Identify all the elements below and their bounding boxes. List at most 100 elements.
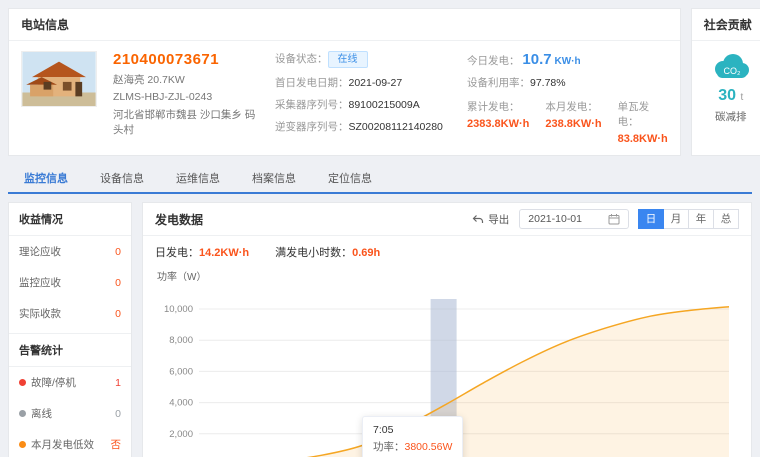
- chart-header: 发电数据 导出 2021-10-01: [143, 203, 751, 236]
- generation-stat-columns: 累计发电： 2383.8KW·h 本月发电： 238.8KW·h 单瓦发电： 8…: [467, 99, 668, 145]
- revenue-row-theoretical: 理论应收 0: [9, 236, 131, 267]
- chart-panel-title: 发电数据: [155, 211, 203, 228]
- station-fields: 设备状态：在线 首日发电日期：2021-09-27 采集器序列号：8910021…: [275, 51, 451, 145]
- tab-archive[interactable]: 档案信息: [236, 164, 312, 192]
- tab-device[interactable]: 设备信息: [84, 164, 160, 192]
- revenue-value: 0: [115, 277, 121, 289]
- alarm-section-title: 告警统计: [9, 333, 131, 367]
- social-panel-title: 社会贡献: [692, 9, 760, 41]
- day-generation-value: 14.2KW·h: [199, 247, 249, 259]
- generation-stats-line: 日发电：14.2KW·h 满发电小时数：0.69h: [155, 244, 739, 260]
- full-hours-value: 0.69h: [352, 247, 380, 259]
- inverter-serial-value: SZ00208112140280: [349, 121, 443, 133]
- tab-operations[interactable]: 运维信息: [160, 164, 236, 192]
- per-watt-generation-value: 83.8KW·h: [618, 133, 668, 145]
- month-generation-value: 238.8KW·h: [545, 118, 601, 130]
- date-picker[interactable]: 2021-10-01: [519, 209, 629, 229]
- alarm-label: 本月发电低效: [19, 437, 94, 452]
- first-gen-date-value: 2021-09-27: [349, 77, 403, 89]
- range-button-day[interactable]: 日: [638, 209, 664, 229]
- export-icon: [472, 213, 484, 225]
- collector-serial-row: 采集器序列号：89100215009A: [275, 97, 451, 112]
- export-button[interactable]: 导出: [472, 212, 509, 227]
- day-generation-label: 日发电：: [155, 247, 199, 259]
- alarm-label: 离线: [19, 406, 52, 421]
- revenue-section-title: 收益情况: [9, 203, 131, 236]
- utilization-row: 设备利用率：97.78%: [467, 75, 668, 90]
- fault-status-dot: [19, 379, 26, 386]
- range-button-year[interactable]: 年: [688, 209, 714, 229]
- first-gen-date-label: 首日发电日期：: [275, 77, 349, 89]
- page: 电站信息 210400073671 赵海亮 20.7KW ZLMS-: [0, 0, 760, 457]
- export-label: 导出: [488, 212, 509, 227]
- range-button-group: 日 月 年 总: [639, 209, 739, 229]
- svg-text:CO₂: CO₂: [723, 66, 741, 76]
- co2-label: 碳减排: [715, 109, 747, 124]
- alarm-row-fault: 故障/停机 1: [9, 367, 131, 398]
- alarm-value: 否: [111, 437, 122, 452]
- today-generation-row: 今日发电： 10.7 KW·h: [467, 51, 668, 68]
- range-button-total[interactable]: 总: [713, 209, 739, 229]
- co2-cloud-icon: CO₂: [711, 53, 751, 83]
- station-body: 210400073671 赵海亮 20.7KW ZLMS-HBJ-ZJL-024…: [9, 41, 680, 155]
- date-value: 2021-10-01: [528, 213, 582, 225]
- generation-data-panel: 发电数据 导出 2021-10-01: [142, 202, 752, 457]
- month-generation-label: 本月发电：: [545, 99, 601, 114]
- alarm-row-offline: 离线 0: [9, 398, 131, 429]
- station-address: 河北省邯郸市魏县 沙口集乡 码头村: [113, 107, 259, 137]
- inverter-serial-label: 逆变器序列号：: [275, 121, 349, 133]
- alarm-value: 0: [115, 408, 121, 420]
- station-stats: 今日发电： 10.7 KW·h 设备利用率：97.78% 累计发电： 2383.…: [467, 51, 668, 145]
- collector-serial-value: 89100215009A: [349, 99, 420, 111]
- online-status-badge: 在线: [328, 51, 368, 68]
- alarm-label: 故障/停机: [19, 375, 76, 390]
- first-gen-date-row: 首日发电日期：2021-09-27: [275, 75, 451, 90]
- tab-monitoring[interactable]: 监控信息: [8, 164, 84, 192]
- offline-status-dot: [19, 410, 26, 417]
- utilization-label: 设备利用率：: [467, 77, 530, 89]
- station-code: ZLMS-HBJ-ZJL-0243: [113, 91, 259, 103]
- station-id: 210400073671: [113, 51, 259, 68]
- svg-text:10,000: 10,000: [164, 304, 193, 315]
- revenue-value: 0: [115, 246, 121, 258]
- range-button-month[interactable]: 月: [663, 209, 689, 229]
- inverter-serial-row: 逆变器序列号：SZ00208112140280: [275, 119, 451, 134]
- alarm-value: 1: [115, 377, 121, 389]
- chart-tooltip: 7:05 功率：3800.56W: [362, 416, 463, 457]
- tab-location[interactable]: 定位信息: [312, 164, 388, 192]
- station-owner: 赵海亮 20.7KW: [113, 72, 259, 87]
- social-body: CO₂ 30 t 碳减排 11 t 节约煤: [692, 41, 760, 132]
- chart-area: 02,0004,0006,0008,00010,00006:3506:4006:…: [155, 285, 739, 457]
- svg-text:8,000: 8,000: [169, 335, 193, 346]
- utilization-value: 97.78%: [530, 77, 566, 89]
- total-generation-value: 2383.8KW·h: [467, 118, 529, 130]
- per-watt-generation-col: 单瓦发电： 83.8KW·h: [618, 99, 668, 145]
- co2-reduction-item: CO₂ 30 t 碳减排: [711, 53, 751, 124]
- revenue-label: 实际收款: [19, 306, 61, 321]
- revenue-row-actual: 实际收款 0: [9, 298, 131, 329]
- station-photo: [21, 51, 97, 107]
- month-generation-col: 本月发电： 238.8KW·h: [545, 99, 601, 145]
- station-panel-title: 电站信息: [9, 9, 680, 41]
- tooltip-power: 功率：3800.56W: [373, 439, 452, 456]
- chart-body: 日发电：14.2KW·h 满发电小时数：0.69h 功率（W） 02,0004,…: [143, 236, 751, 457]
- collector-serial-label: 采集器序列号：: [275, 99, 349, 111]
- total-generation-label: 累计发电：: [467, 99, 529, 114]
- total-generation-col: 累计发电： 2383.8KW·h: [467, 99, 529, 145]
- tab-bar: 监控信息 设备信息 运维信息 档案信息 定位信息: [8, 164, 752, 194]
- device-status-row: 设备状态：在线: [275, 51, 451, 68]
- full-hours-label: 满发电小时数：: [275, 247, 352, 259]
- revenue-label: 理论应收: [19, 244, 61, 259]
- sidebar: 收益情况 理论应收 0 监控应收 0 实际收款 0 告警统计 故障/停机 1 离…: [8, 202, 132, 457]
- top-row: 电站信息 210400073671 赵海亮 20.7KW ZLMS-: [8, 8, 752, 156]
- today-generation-label: 今日发电：: [467, 55, 520, 67]
- social-contribution-panel: 社会贡献 CO₂ 30 t 碳减排: [691, 8, 760, 156]
- today-generation-unit: KW·h: [555, 56, 581, 67]
- calendar-icon: [608, 213, 620, 225]
- today-generation-value: 10.7: [522, 51, 551, 68]
- revenue-value: 0: [115, 308, 121, 320]
- full-hours-stat: 满发电小时数：0.69h: [275, 244, 380, 260]
- y-axis-label: 功率（W）: [157, 268, 739, 283]
- content-row: 收益情况 理论应收 0 监控应收 0 实际收款 0 告警统计 故障/停机 1 离…: [8, 202, 752, 457]
- low-efficiency-status-dot: [19, 441, 26, 448]
